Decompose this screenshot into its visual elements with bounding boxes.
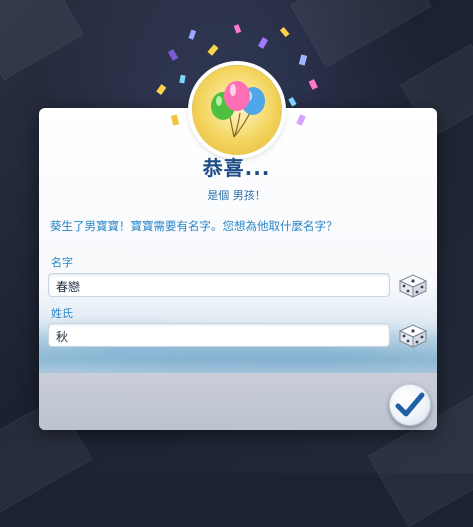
last-name-label: 姓氏 xyxy=(51,307,73,320)
first-name-input[interactable]: 春戀 xyxy=(48,273,390,297)
dialog-message: 葵生了男寶寶！寶寶需要有名字。您想為他取什麼名字？ xyxy=(50,219,338,233)
balloons-badge xyxy=(192,65,282,155)
dialog-title: 恭喜... xyxy=(202,156,271,180)
first-name-label: 名字 xyxy=(51,256,73,269)
background-tile xyxy=(0,0,84,81)
dice-icon[interactable] xyxy=(396,321,430,349)
dice-icon[interactable] xyxy=(396,271,430,299)
checkmark-icon xyxy=(395,392,425,417)
balloons-icon xyxy=(211,81,265,138)
last-name-input[interactable]: 秋 xyxy=(48,323,390,347)
dialog-subtitle: 是個 男孩！ xyxy=(207,189,266,202)
dialog-footer xyxy=(39,373,437,430)
confirm-button[interactable] xyxy=(389,384,431,426)
